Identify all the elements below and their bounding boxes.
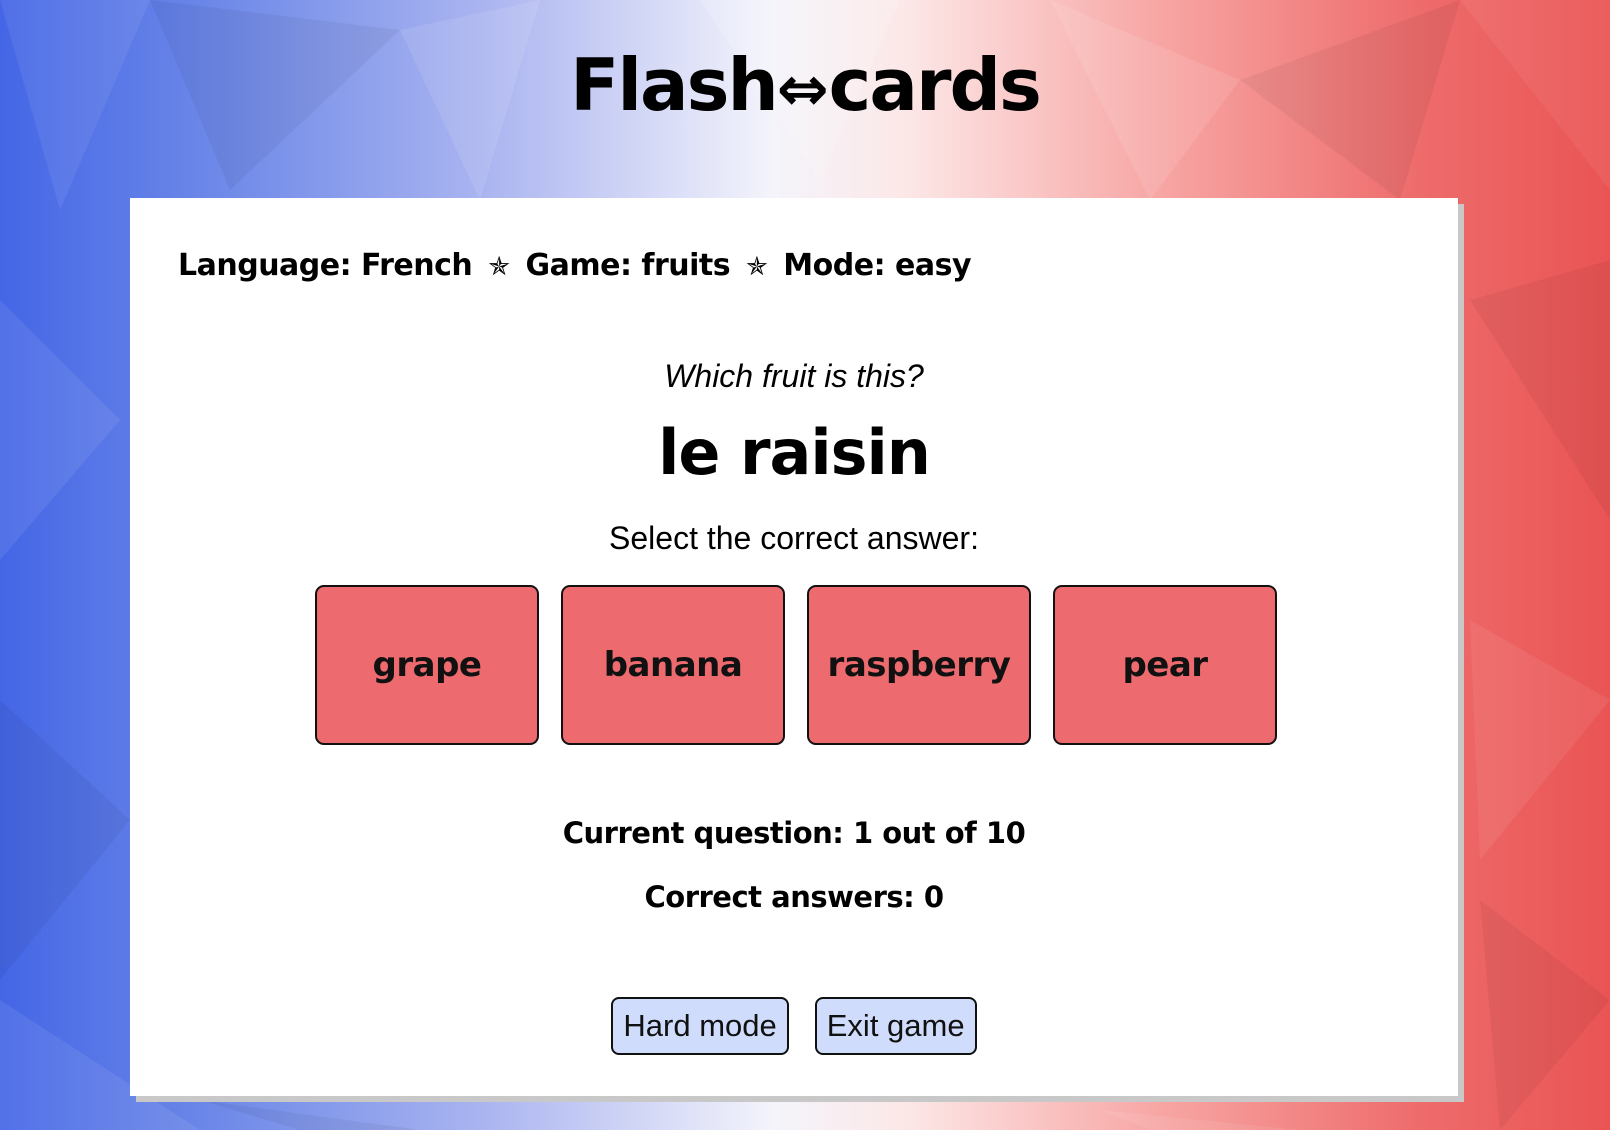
question-prompt: Which fruit is this? [664, 358, 924, 394]
game-info-bar: Language: French ✯ Game: fruits ✯ Mode: … [178, 248, 972, 283]
game-controls: Hard mode Exit game [130, 997, 1458, 1055]
star-icon: ✯ [746, 252, 768, 282]
answer-instruction: Select the correct answer: [609, 520, 979, 556]
answer-button-raspberry[interactable]: raspberry [807, 585, 1031, 745]
app-logo: Flash⇔cards [0, 40, 1610, 134]
answer-button-banana[interactable]: banana [561, 585, 785, 745]
logo-text-left: Flash [570, 43, 779, 127]
exit-game-button[interactable]: Exit game [814, 997, 977, 1055]
answer-button-pear[interactable]: pear [1053, 585, 1277, 745]
correct-answers-status: Correct answers: 0 [644, 880, 945, 914]
language-label: Language: French [178, 248, 473, 283]
hard-mode-button[interactable]: Hard mode [611, 997, 789, 1055]
game-label: Game: fruits [525, 248, 731, 283]
answer-button-grape[interactable]: grape [315, 585, 539, 745]
answer-options: grape banana raspberry pear [315, 585, 1277, 745]
current-question-status: Current question: 1 out of 10 [562, 816, 1026, 850]
star-icon: ✯ [488, 252, 510, 282]
double-arrow-icon: ⇔ [776, 52, 829, 125]
game-card: Language: French ✯ Game: fruits ✯ Mode: … [130, 198, 1458, 1096]
target-word: le raisin [658, 416, 931, 489]
mode-label: Mode: easy [783, 248, 972, 283]
logo-text-right: cards [828, 43, 1042, 127]
